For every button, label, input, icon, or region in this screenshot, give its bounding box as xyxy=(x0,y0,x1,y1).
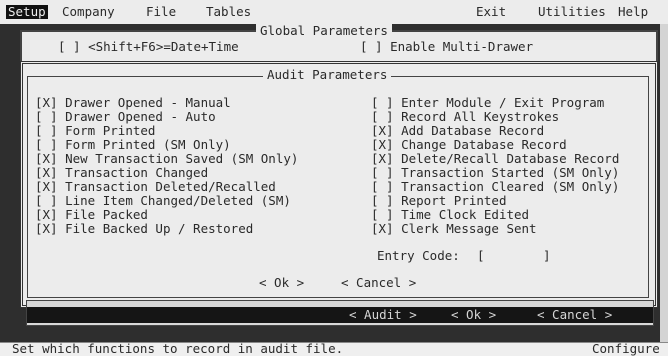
right-option-7[interactable]: [ ] Transaction Cleared (SM Only) xyxy=(371,180,619,194)
checkbox[interactable]: [X] xyxy=(35,151,58,166)
right-option-8[interactable]: [ ] Report Printed xyxy=(371,194,506,208)
checkbox[interactable]: [ ] xyxy=(371,109,394,124)
menu-exit[interactable]: Exit xyxy=(476,5,506,19)
global-parameters-title: Global Parameters xyxy=(256,24,392,38)
checkbox[interactable]: [ ] xyxy=(35,193,58,208)
checkbox[interactable]: [X] xyxy=(35,221,58,236)
multi-drawer-checkbox[interactable]: [ ] Enable Multi-Drawer xyxy=(360,40,533,54)
left-option-7[interactable]: [X] Transaction Deleted/Recalled xyxy=(35,180,276,194)
left-option-10[interactable]: [X] File Backed Up / Restored xyxy=(35,222,253,236)
audit-parameters-dialog: Audit Parameters [X] Drawer Opened - Man… xyxy=(20,61,658,308)
right-option-6[interactable]: [ ] Transaction Started (SM Only) xyxy=(371,166,619,180)
status-mode: Configure xyxy=(592,341,660,356)
left-option-3[interactable]: [ ] Form Printed xyxy=(35,124,155,138)
audit-button[interactable]: < Audit > xyxy=(349,308,417,322)
checkbox[interactable]: [X] xyxy=(371,137,394,152)
menu-company[interactable]: Company xyxy=(62,5,115,19)
checkbox[interactable]: [ ] xyxy=(371,193,394,208)
option-label: Transaction Changed xyxy=(65,165,209,180)
left-option-9[interactable]: [X] File Packed xyxy=(35,208,148,222)
checkbox[interactable]: [ ] xyxy=(35,109,58,124)
entry-code-label: Entry Code: xyxy=(377,248,460,263)
left-option-6[interactable]: [X] Transaction Changed xyxy=(35,166,208,180)
option-label: Report Printed xyxy=(401,193,507,208)
menu-setup[interactable]: Setup xyxy=(6,5,48,19)
checkbox[interactable]: [X] xyxy=(35,207,58,222)
left-option-4[interactable]: [ ] Form Printed (SM Only) xyxy=(35,138,231,152)
option-label: Transaction Started (SM Only) xyxy=(401,165,620,180)
menu-bar: Setup Company File Tables Exit Utilities… xyxy=(0,0,668,24)
menu-file[interactable]: File xyxy=(146,5,176,19)
checkbox[interactable]: [ ] xyxy=(371,95,394,110)
option-label: Transaction Deleted/Recalled xyxy=(65,179,276,194)
parent-button-bar: < Audit > < Ok > < Cancel > xyxy=(27,307,653,323)
option-label: Drawer Opened - Auto xyxy=(65,109,216,124)
checkbox[interactable]: [X] xyxy=(35,165,58,180)
checkbox[interactable]: [X] xyxy=(35,179,58,194)
option-label: Add Database Record xyxy=(401,123,545,138)
checkbox[interactable]: [ ] xyxy=(35,123,58,138)
menu-tables[interactable]: Tables xyxy=(206,5,251,19)
left-option-1[interactable]: [X] Drawer Opened - Manual xyxy=(35,96,231,110)
checkbox[interactable]: [X] xyxy=(371,123,394,138)
option-label: File Backed Up / Restored xyxy=(65,221,254,236)
entry-code-bracket-open: [ xyxy=(477,248,485,263)
checkbox[interactable]: [X] xyxy=(371,151,394,166)
checkbox[interactable]: [ ] xyxy=(371,179,394,194)
status-message: Set which functions to record in audit f… xyxy=(12,341,344,356)
option-label: Transaction Cleared (SM Only) xyxy=(401,179,620,194)
option-label: Form Printed (SM Only) xyxy=(65,137,231,152)
entry-code-bracket-close: ] xyxy=(543,248,551,263)
option-label: Delete/Recall Database Record xyxy=(401,151,620,166)
right-option-9[interactable]: [ ] Time Clock Edited xyxy=(371,208,529,222)
menu-utilities[interactable]: Utilities xyxy=(538,5,606,19)
option-label: Clerk Message Sent xyxy=(401,221,537,236)
option-label: Enter Module / Exit Program xyxy=(401,95,605,110)
menu-help[interactable]: Help xyxy=(618,5,648,19)
right-option-2[interactable]: [ ] Record All Keystrokes xyxy=(371,110,559,124)
option-label: Line Item Changed/Deleted (SM) xyxy=(65,193,291,208)
left-option-2[interactable]: [ ] Drawer Opened - Auto xyxy=(35,110,216,124)
right-option-1[interactable]: [ ] Enter Module / Exit Program xyxy=(371,96,604,110)
checkbox[interactable]: [X] xyxy=(371,221,394,236)
date-time-checkbox[interactable]: [ ] <Shift+F6>=Date+Time xyxy=(58,40,239,54)
left-option-8[interactable]: [ ] Line Item Changed/Deleted (SM) xyxy=(35,194,291,208)
right-option-10[interactable]: [X] Clerk Message Sent xyxy=(371,222,537,236)
option-label: Form Printed xyxy=(65,123,156,138)
parent-ok-button[interactable]: < Ok > xyxy=(451,308,496,322)
right-option-3[interactable]: [X] Add Database Record xyxy=(371,124,544,138)
option-label: New Transaction Saved (SM Only) xyxy=(65,151,299,166)
option-label: Record All Keystrokes xyxy=(401,109,560,124)
ok-button[interactable]: < Ok > xyxy=(259,276,304,290)
status-bar: Set which functions to record in audit f… xyxy=(0,341,668,356)
entry-code-input[interactable] xyxy=(485,249,539,263)
option-label: File Packed xyxy=(65,207,148,222)
checkbox[interactable]: [ ] xyxy=(371,207,394,222)
left-option-5[interactable]: [X] New Transaction Saved (SM Only) xyxy=(35,152,298,166)
right-option-4[interactable]: [X] Change Database Record xyxy=(371,138,567,152)
checkbox[interactable]: [ ] xyxy=(35,137,58,152)
option-label: Change Database Record xyxy=(401,137,567,152)
option-label: Drawer Opened - Manual xyxy=(65,95,231,110)
checkbox[interactable]: [X] xyxy=(35,95,58,110)
right-option-5[interactable]: [X] Delete/Recall Database Record xyxy=(371,152,619,166)
option-label: Time Clock Edited xyxy=(401,207,530,222)
checkbox[interactable]: [ ] xyxy=(371,165,394,180)
cancel-button[interactable]: < Cancel > xyxy=(341,276,416,290)
audit-parameters-title: Audit Parameters xyxy=(263,68,392,82)
parent-dialog-footer: < Audit > < Ok > < Cancel > xyxy=(26,300,654,326)
right-edge xyxy=(660,24,668,342)
parent-cancel-button[interactable]: < Cancel > xyxy=(537,308,612,322)
